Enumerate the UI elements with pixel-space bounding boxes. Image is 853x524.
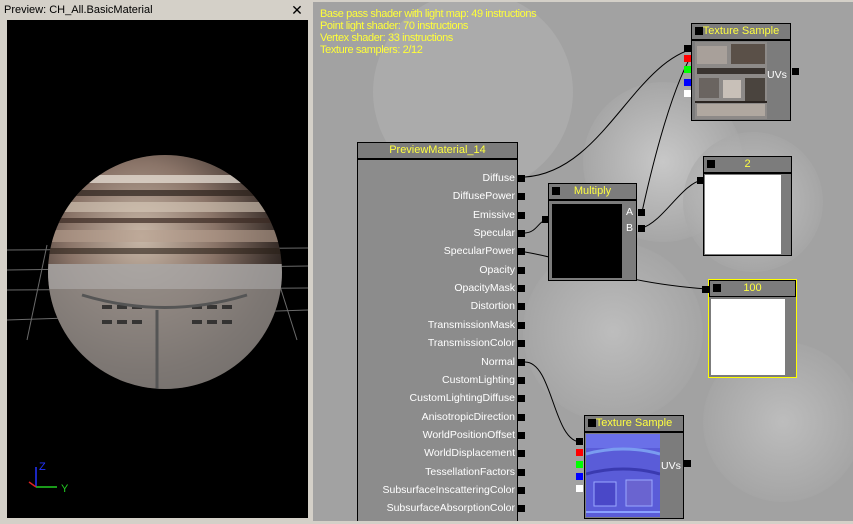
constant-100-preview: [711, 299, 785, 375]
material-input-pin[interactable]: [518, 303, 525, 311]
material-input-label: Emissive: [472, 208, 515, 221]
material-input-label: Distortion: [470, 300, 515, 313]
preview-title: Preview: CH_All.BasicMaterial: [4, 4, 153, 16]
constant-2-node[interactable]: 2: [703, 156, 792, 256]
material-input-pin[interactable]: [518, 486, 525, 494]
material-input-label: TransmissionMask: [427, 318, 515, 331]
multiply-input-a-label: A: [626, 206, 634, 218]
material-input-pin[interactable]: [518, 505, 525, 513]
constant-2-title-text: 2: [744, 158, 751, 170]
texture-top-rgb-pin[interactable]: [684, 45, 691, 52]
material-input-pin[interactable]: [518, 376, 525, 384]
texture-bottom-b-pin[interactable]: [576, 473, 583, 480]
material-input-label: DiffusePower: [452, 190, 515, 203]
preview-scene: Z Y: [7, 155, 308, 495]
axis-gizmo: Z Y: [28, 461, 69, 495]
material-input-pin[interactable]: [518, 413, 525, 421]
material-input-label: AnisotropicDirection: [421, 410, 515, 423]
material-input-pin[interactable]: [518, 358, 525, 366]
texture-thumbnail-normal: [586, 434, 660, 517]
texture-bottom-uvs-pin[interactable]: [684, 460, 691, 467]
material-input-label: Opacity: [479, 263, 515, 276]
texture-sample-top-uvs-label: UVs: [767, 69, 787, 81]
wire-diffuse: [524, 47, 697, 178]
texture-sample-top-title-text: Texture Sample: [702, 25, 780, 37]
material-input-pin[interactable]: [518, 468, 525, 476]
texture-bottom-g-pin[interactable]: [576, 461, 583, 468]
material-input-pin[interactable]: [518, 175, 525, 182]
sphere-texture: [48, 175, 282, 389]
texture-sample-top-node[interactable]: Texture Sample UVs: [691, 23, 791, 121]
material-input-pin[interactable]: [518, 450, 525, 458]
material-input-pin[interactable]: [518, 395, 525, 403]
texture-bottom-r-pin[interactable]: [576, 449, 583, 456]
material-input-pin[interactable]: [518, 193, 525, 201]
constant-2-preview: [705, 175, 781, 254]
material-input-label: OpacityMask: [454, 282, 515, 295]
texture-top-a-pin[interactable]: [684, 90, 691, 97]
material-input-label: Specular: [473, 227, 515, 240]
multiply-output-pin[interactable]: [542, 216, 549, 223]
axis-z-label: Z: [39, 461, 46, 473]
constant-2-title: 2: [703, 156, 792, 173]
constant-2-output-pin[interactable]: [697, 177, 704, 184]
material-input-label: CustomLightingDiffuse: [409, 392, 515, 405]
multiply-node-title: Multiply: [548, 183, 637, 200]
texture-top-b-pin[interactable]: [684, 79, 691, 86]
material-input-pin[interactable]: [518, 285, 525, 293]
wire-multiply-b: [641, 179, 704, 229]
texture-top-uvs-pin[interactable]: [792, 68, 799, 75]
material-input-label: TransmissionColor: [427, 337, 515, 350]
material-node-title: PreviewMaterial_14: [357, 142, 518, 159]
texture-sample-bottom-uvs-label: UVs: [661, 460, 681, 472]
material-input-label: CustomLighting: [442, 373, 515, 386]
multiply-input-b-pin[interactable]: [638, 225, 645, 232]
multiply-node[interactable]: Multiply: [548, 183, 637, 281]
material-input-pin[interactable]: [518, 248, 525, 256]
texture-sample-bottom-title-text: Texture Sample: [595, 417, 673, 429]
wire-normal: [524, 361, 582, 443]
texture-top-r-pin[interactable]: [684, 55, 691, 62]
texture-thumbnail-diffuse: [695, 42, 767, 119]
material-input-pin[interactable]: [518, 230, 525, 238]
material-input-label: Normal: [481, 355, 515, 368]
material-input-pin[interactable]: [518, 340, 525, 348]
multiply-input-a-pin[interactable]: [638, 209, 645, 216]
preview-viewport[interactable]: Z Y: [7, 20, 308, 518]
material-input-label: SubsurfaceAbsorptionColor: [386, 502, 515, 515]
texture-top-g-pin[interactable]: [684, 66, 691, 73]
texture-bottom-a-pin[interactable]: [576, 485, 583, 492]
material-input-pin[interactable]: [518, 211, 525, 219]
constant-100-output-pin[interactable]: [702, 286, 709, 293]
texture-bottom-rgb-pin[interactable]: [576, 438, 583, 445]
constant-100-title: 100: [709, 280, 796, 297]
material-input-label: WorldDisplacement: [424, 447, 515, 460]
texture-sample-top-title: Texture Sample: [691, 23, 791, 40]
constant-100-node[interactable]: 100: [708, 279, 797, 378]
multiply-input-b-label: B: [626, 222, 634, 234]
multiply-title-text: Multiply: [573, 185, 612, 197]
material-graph-canvas[interactable]: Base pass shader with light map: 49 inst…: [313, 2, 853, 521]
texture-sample-bottom-node[interactable]: Texture Sample UVs: [584, 415, 684, 519]
material-input-label: WorldPositionOffset: [422, 428, 515, 441]
material-input-pin[interactable]: [518, 431, 525, 439]
material-input-label: SubsurfaceInscatteringColor: [382, 483, 516, 496]
close-icon[interactable]: ✕: [289, 2, 305, 18]
texture-sample-bottom-title: Texture Sample: [584, 415, 684, 432]
multiply-preview: [552, 204, 622, 278]
constant-100-title-text: 100: [743, 282, 762, 294]
material-input-label: SpecularPower: [443, 245, 515, 258]
material-input-pin[interactable]: [518, 321, 525, 329]
material-input-label: TessellationFactors: [425, 465, 515, 478]
material-input-pin[interactable]: [518, 266, 525, 274]
material-input-label: Diffuse: [482, 172, 516, 184]
axis-y-label: Y: [61, 483, 69, 495]
preview-panel: Preview: CH_All.BasicMaterial ✕ Z Y: [0, 0, 312, 524]
